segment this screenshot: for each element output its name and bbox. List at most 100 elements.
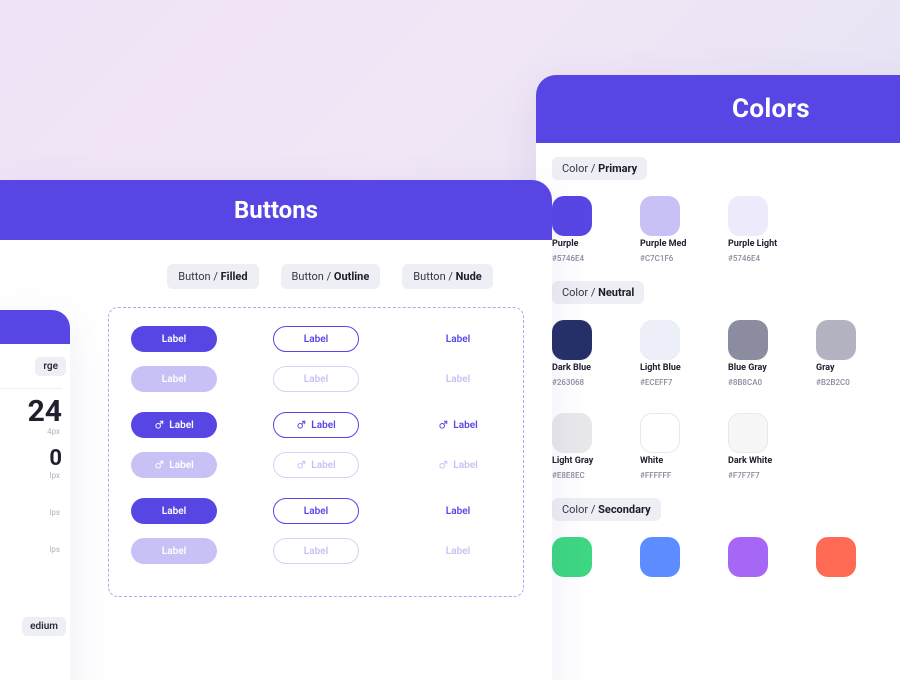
swatch-chip[interactable] (640, 196, 680, 236)
color-swatch[interactable]: White#FFFFFF (640, 413, 702, 480)
button-label: Label (304, 374, 328, 385)
color-swatch[interactable] (552, 537, 614, 577)
filled-button[interactable]: Label (131, 498, 217, 524)
nude-button[interactable]: Label (415, 326, 501, 352)
button-cell: Label (123, 498, 225, 524)
button-cell: Label (407, 412, 509, 438)
filled-button[interactable]: Label (131, 326, 217, 352)
filled-disabled-button: Label (131, 452, 217, 478)
outline-button[interactable]: Label (273, 498, 359, 524)
nude-disabled-button: Label (415, 452, 501, 478)
swatch-chip[interactable] (816, 537, 856, 577)
outline-button[interactable]: Label (273, 326, 359, 352)
button-label: Label (162, 374, 186, 385)
swatch-code: #F7F7F7 (728, 471, 790, 480)
male-symbol-icon (154, 420, 164, 430)
colors-panel-title: Colors (536, 75, 900, 143)
filled-button[interactable]: Label (131, 412, 217, 438)
button-type-nude: Button / Nude (402, 264, 492, 289)
button-label: Label (311, 420, 335, 431)
button-cell: Label (123, 326, 225, 352)
swatch-code: #5746E4 (552, 254, 614, 263)
color-swatch[interactable]: Blue Gray#8B8CA0 (728, 320, 790, 387)
color-swatch[interactable]: Dark White#F7F7F7 (728, 413, 790, 480)
outline-disabled-button: Label (273, 452, 359, 478)
button-row: Label Label Label (123, 412, 509, 438)
nude-button[interactable]: Label (415, 412, 501, 438)
typography-panel-partial: rge 24 4px 0 lpx lps lps edium (0, 310, 70, 680)
button-row: Label Label Label (123, 452, 509, 478)
typography-body: rge 24 4px 0 lpx lps lps edium (0, 344, 70, 646)
swatch-code: #B2B2C0 (816, 378, 878, 387)
swatch-chip[interactable] (552, 537, 592, 577)
swatch-chip[interactable] (552, 413, 592, 453)
typography-panel-header (0, 310, 70, 344)
color-swatch[interactable]: Purple#5746E4 (552, 196, 614, 263)
swatch-code: #ECEFF7 (640, 378, 702, 387)
button-label: Label (304, 546, 328, 557)
swatch-chip[interactable] (640, 537, 680, 577)
button-type-filled: Button / Filled (167, 264, 258, 289)
button-cell: Label (123, 412, 225, 438)
typo-line-1: lps (0, 508, 66, 517)
color-swatch[interactable]: Gray#B2B2C0 (816, 320, 878, 387)
typo-size-0: 0 (0, 446, 66, 471)
swatch-name: Blue Gray (728, 364, 790, 374)
button-cell: Label (265, 366, 367, 392)
male-symbol-icon (296, 460, 306, 470)
swatch-chip[interactable] (816, 320, 856, 360)
button-type-tags: Button / Filled Button / Outline Button … (0, 240, 552, 307)
button-cell: Label (265, 326, 367, 352)
button-cell: Label (265, 538, 367, 564)
button-label: Label (162, 546, 186, 557)
swatch-name: Dark Blue (552, 364, 614, 374)
color-section-tag: Color / Neutral (552, 281, 644, 304)
button-cell: Label (407, 452, 509, 478)
nude-button[interactable]: Label (415, 498, 501, 524)
button-row: Label Label Label (123, 498, 509, 524)
colors-panel: Colors Color / PrimaryPurple#5746E4Purpl… (536, 75, 900, 680)
swatch-code: #5746E4 (728, 254, 790, 263)
color-swatch[interactable]: Dark Blue#263068 (552, 320, 614, 387)
button-label: Label (453, 460, 477, 471)
button-label: Label (453, 420, 477, 431)
swatch-chip[interactable] (640, 413, 680, 453)
colors-sections: Color / PrimaryPurple#5746E4Purple Med#C… (536, 143, 900, 581)
swatch-chip[interactable] (552, 196, 592, 236)
filled-disabled-button: Label (131, 538, 217, 564)
swatch-chip[interactable] (728, 537, 768, 577)
swatch-chip[interactable] (640, 320, 680, 360)
swatch-chip[interactable] (728, 196, 768, 236)
color-swatch[interactable] (816, 537, 878, 577)
color-swatch[interactable] (728, 537, 790, 577)
buttons-panel: Buttons Button / Filled Button / Outline… (0, 180, 552, 680)
swatch-code: #E8E8EC (552, 471, 614, 480)
swatch-chip[interactable] (728, 413, 768, 453)
swatch-code: #C7C1F6 (640, 254, 702, 263)
swatch-name: Purple Med (640, 240, 702, 250)
outline-disabled-button: Label (273, 538, 359, 564)
typo-size-0-sub: lpx (0, 471, 66, 480)
color-swatch[interactable]: Light Blue#ECEFF7 (640, 320, 702, 387)
button-row: Label Label Label (123, 326, 509, 352)
swatch-chip[interactable] (552, 320, 592, 360)
swatch-row: Dark Blue#263068 Light Blue#ECEFF7 Blue Gr… (536, 314, 900, 484)
typo-tag-medium: edium (22, 617, 66, 636)
button-cell: Label (407, 366, 509, 392)
typo-tag-large: rge (35, 357, 66, 376)
button-cell: Label (407, 538, 509, 564)
button-label: Label (169, 420, 193, 431)
swatch-chip[interactable] (728, 320, 768, 360)
nude-disabled-button: Label (415, 366, 501, 392)
color-section-tag: Color / Secondary (552, 498, 661, 521)
button-cell: Label (265, 498, 367, 524)
color-swatch[interactable]: Purple Light#5746E4 (728, 196, 790, 263)
color-swatch[interactable] (640, 537, 702, 577)
color-swatch[interactable]: Light Gray#E8E8EC (552, 413, 614, 480)
typo-size-24: 24 (0, 397, 66, 427)
outline-button[interactable]: Label (273, 412, 359, 438)
color-swatch[interactable]: Purple Med #C7C1F6 (640, 196, 702, 263)
button-label: Label (446, 546, 470, 557)
button-label: Label (446, 334, 470, 345)
button-label: Label (311, 460, 335, 471)
